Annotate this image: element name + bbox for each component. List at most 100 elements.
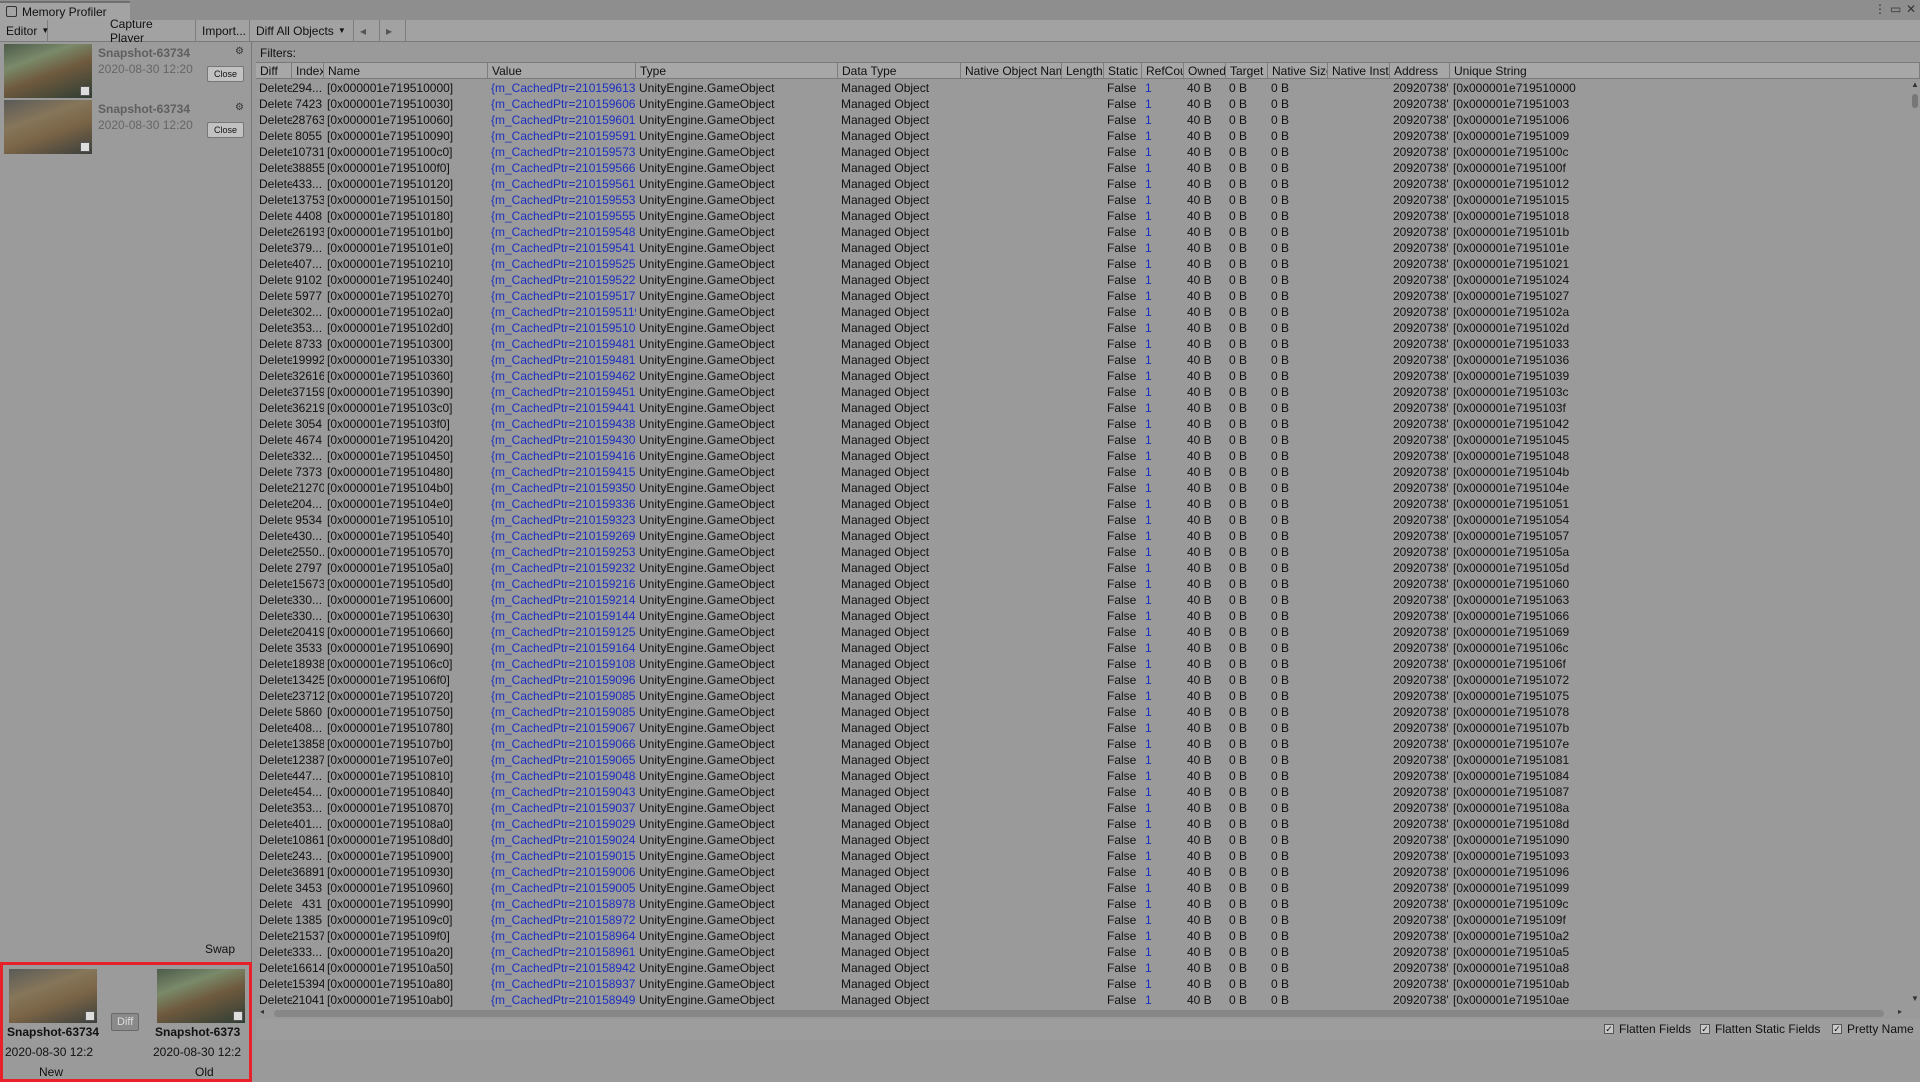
scroll-up-icon[interactable]: ▲ [1911,80,1919,89]
col-native-instance-header[interactable]: Native Insta [1328,63,1390,79]
refcount-cell[interactable]: 1 [1142,976,1184,992]
value-cell[interactable]: {m_CachedPtr=21015909652... [488,672,636,688]
table-row[interactable]: Deleted332... [0x000001e719510450] {m_Cach… [256,448,1910,464]
refcount-cell[interactable]: 1 [1142,544,1184,560]
value-cell[interactable]: {m_CachedPtr=21015916433... [488,640,636,656]
table-row[interactable]: Deleted32616[0x000001e719510360] {m_Cache… [256,368,1910,384]
table-row[interactable]: Deleted243... [0x000001e719510900] {m_Cach… [256,848,1910,864]
col-type-header[interactable]: Type [636,63,838,79]
table-row[interactable]: Deleted401... [0x000001e7195108a0] {m_Cach… [256,816,1910,832]
diff-mode-dropdown[interactable]: Diff All Objects ▼ [250,20,354,41]
refcount-cell[interactable]: 1 [1142,464,1184,480]
col-target-size-header[interactable]: Target S [1226,63,1268,79]
refcount-cell[interactable]: 1 [1142,912,1184,928]
value-cell[interactable]: {m_CachedPtr=21015894292... [488,960,636,976]
refcount-cell[interactable]: 1 [1142,880,1184,896]
refcount-cell[interactable]: 1 [1142,672,1184,688]
value-cell[interactable]: {m_CachedPtr=21015952291... [488,272,636,288]
refcount-cell[interactable]: 1 [1142,128,1184,144]
value-cell[interactable]: {m_CachedPtr=21015943819... [488,416,636,432]
refcount-cell[interactable]: 1 [1142,768,1184,784]
refcount-cell[interactable]: 1 [1142,352,1184,368]
refcount-cell[interactable]: 1 [1142,304,1184,320]
refcount-cell[interactable]: 1 [1142,208,1184,224]
col-name-header[interactable]: Name [324,63,488,79]
col-length-header[interactable]: Length [1062,63,1104,79]
refcount-cell[interactable]: 1 [1142,272,1184,288]
table-row[interactable]: Deleted36219[0x000001e7195103c0] {m_Cache… [256,400,1910,416]
close-snapshot-button[interactable]: Close [206,122,244,138]
table-row[interactable]: Deleted7373 [0x000001e719510480] {m_Cached… [256,464,1910,480]
table-row[interactable]: Deleted2550...[0x000001e719510570] {m_Cac… [256,544,1910,560]
refcount-cell[interactable]: 1 [1142,448,1184,464]
refcount-cell[interactable]: 1 [1142,576,1184,592]
table-row[interactable]: Deleted15673[0x000001e7195105d0] {m_Cache… [256,576,1910,592]
gear-icon[interactable]: ⚙ [235,46,244,57]
scroll-thumb[interactable] [274,1010,1884,1017]
horizontal-scrollbar[interactable]: ◂ ▸ [256,1007,1910,1019]
refcount-cell[interactable]: 1 [1142,512,1184,528]
value-cell[interactable]: {m_CachedPtr=21015961330... [488,80,636,96]
refcount-cell[interactable]: 1 [1142,832,1184,848]
refcount-cell[interactable]: 1 [1142,384,1184,400]
value-cell[interactable]: {m_CachedPtr=21015900690... [488,864,636,880]
value-cell[interactable]: {m_CachedPtr=21015943019... [488,432,636,448]
refcount-cell[interactable]: 1 [1142,592,1184,608]
table-row[interactable]: Deleted430... [0x000001e719510540] {m_Cach… [256,528,1910,544]
refcount-cell[interactable]: 1 [1142,320,1184,336]
value-cell[interactable]: {m_CachedPtr=21015952556... [488,256,636,272]
refcount-cell[interactable]: 1 [1142,608,1184,624]
value-cell[interactable]: {m_CachedPtr=21015902414... [488,832,636,848]
refcount-cell[interactable]: 1 [1142,432,1184,448]
refcount-cell[interactable]: 1 [1142,176,1184,192]
value-cell[interactable]: {m_CachedPtr=21015914477... [488,608,636,624]
refcount-cell[interactable]: 1 [1142,96,1184,112]
value-cell[interactable]: {m_CachedPtr=210159606918... [488,96,636,112]
refcount-cell[interactable]: 1 [1142,784,1184,800]
pretty-name-toggle[interactable]: ✓ Pretty Name [1832,1022,1914,1036]
close-icon[interactable]: ✕ [1906,2,1916,16]
value-cell[interactable]: {m_CachedPtr=21015896448... [488,928,636,944]
refcount-cell[interactable]: 1 [1142,800,1184,816]
kebab-menu-icon[interactable]: ⋮ [1874,2,1886,16]
refcount-cell[interactable]: 1 [1142,144,1184,160]
table-row[interactable]: Deleted4674 [0x000001e719510420] {m_Cached… [256,432,1910,448]
value-cell[interactable]: {m_CachedPtr=21015926930... [488,528,636,544]
table-row[interactable]: Deleted353... [0x000001e719510870] {m_Cach… [256,800,1910,816]
value-cell[interactable]: {m_CachedPtr=21015897855... [488,896,636,912]
value-cell[interactable]: {m_CachedPtr=21015941501... [488,464,636,480]
value-cell[interactable]: {m_CachedPtr=21015959116... [488,128,636,144]
table-row[interactable]: Deleted15394[0x000001e719510a80] {m_Cache… [256,976,1910,992]
value-cell[interactable]: {m_CachedPtr=21015948161... [488,352,636,368]
table-row[interactable]: Deleted4408 [0x000001e719510180] {m_Cached… [256,208,1910,224]
editor-dropdown[interactable]: Editor ▼ [0,20,49,41]
value-cell[interactable]: {m_CachedPtr=21015903720... [488,800,636,816]
maximize-icon[interactable]: ▭ [1890,2,1901,16]
refcount-cell[interactable]: 1 [1142,992,1184,1007]
refcount-cell[interactable]: 1 [1142,688,1184,704]
table-row[interactable]: Deleted9534 [0x000001e719510510] {m_Cached… [256,512,1910,528]
refcount-cell[interactable]: 1 [1142,816,1184,832]
table-row[interactable]: Deleted330... [0x000001e719510600] {m_Cach… [256,592,1910,608]
table-row[interactable]: Deleted379... [0x000001e7195101e0] {m_Cach… [256,240,1910,256]
table-row[interactable]: Deleted3054 [0x000001e7195103f0] {m_Cached… [256,416,1910,432]
value-cell[interactable]: {m_CachedPtr=21015901556... [488,848,636,864]
refcount-cell[interactable]: 1 [1142,624,1184,640]
col-value-header[interactable]: Value [488,63,636,79]
table-row[interactable]: Deleted12387[0x000001e7195107e0] {m_Cache… [256,752,1910,768]
value-cell[interactable]: {m_CachedPtr=21015904388... [488,784,636,800]
table-row[interactable]: Deleted13425[0x000001e7195106f0] {m_Cache… [256,672,1910,688]
table-row[interactable]: Deleted353... [0x000001e7195102d0] {m_Cach… [256,320,1910,336]
table-row[interactable]: Deleted21537[0x000001e7195109f0] {m_Cache… [256,928,1910,944]
value-cell[interactable]: {m_CachedPtr=21015951195... [488,304,636,320]
table-row[interactable]: Deleted433... [0x000001e719510120] {m_Cach… [256,176,1910,192]
refcount-cell[interactable]: 1 [1142,896,1184,912]
table-row[interactable]: Deleted37159[0x000001e719510390] {m_Cache… [256,384,1910,400]
value-cell[interactable]: {m_CachedPtr=21015910825... [488,656,636,672]
scroll-thumb[interactable] [1912,94,1918,108]
forward-button[interactable]: ▸ [380,20,406,41]
old-snapshot-thumbnail[interactable] [157,969,245,1023]
capture-player-button[interactable]: Capture Player [104,17,196,45]
table-row[interactable]: Deleted7423 [0x000001e719510030] {m_Cached… [256,96,1910,112]
refcount-cell[interactable]: 1 [1142,864,1184,880]
